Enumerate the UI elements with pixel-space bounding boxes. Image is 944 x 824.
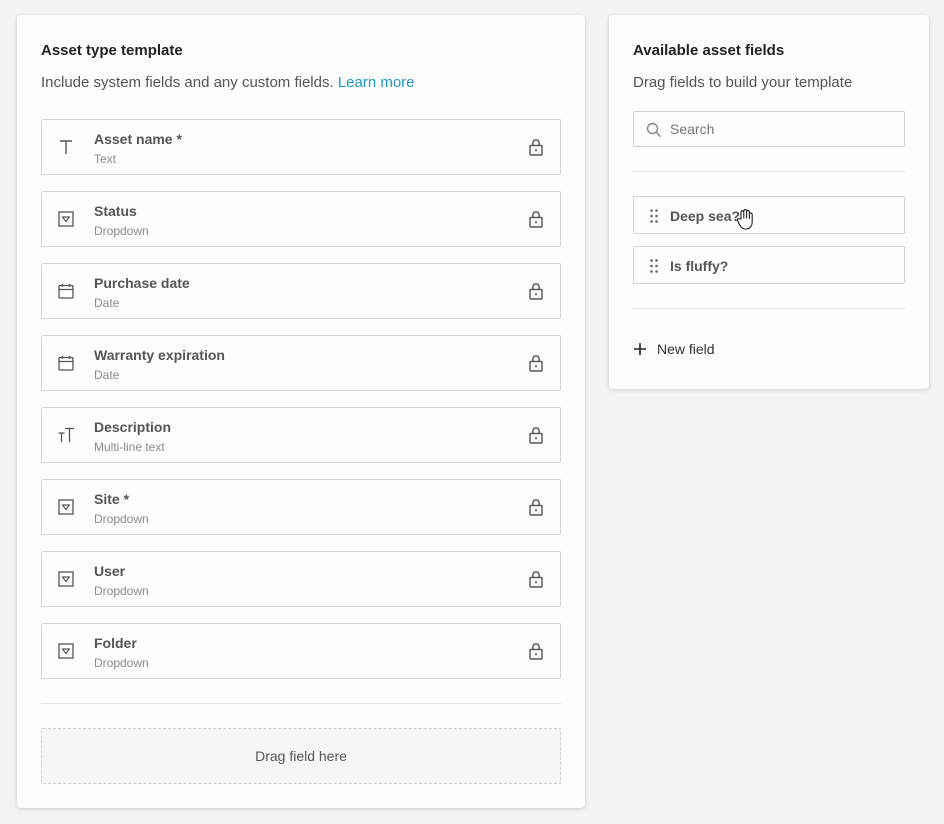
lock-icon [529,499,543,516]
search-icon [646,122,662,138]
available-field-name: Deep sea? [670,208,741,224]
calendar-icon [58,284,74,299]
drop-zone[interactable]: Drag field here [41,728,561,784]
lock-icon [529,355,543,372]
template-field-list: Asset name * Text Status Dropdown Purcha… [41,119,561,695]
lock-icon [529,571,543,588]
field-name: Asset name * [94,131,182,147]
hand-cursor-icon [736,209,753,230]
search-divider [633,171,905,172]
field-name: User [94,563,126,579]
available-asset-fields-panel: Available asset fields Drag fields to bu… [609,15,929,389]
field-name: Site * [94,491,130,507]
template-field-asset-name[interactable]: Asset name * Text [41,119,561,175]
available-subtitle: Drag fields to build your template [633,74,853,91]
field-name: Description [94,419,172,435]
learn-more-link[interactable]: Learn more [338,74,415,91]
field-name: Folder [94,635,137,651]
field-type: Date [94,368,120,382]
new-field-button[interactable]: New field [633,339,715,359]
dropdown-icon [58,499,74,515]
template-title: Asset type template [41,42,183,59]
lock-icon [529,139,543,156]
template-field-folder[interactable]: Folder Dropdown [41,623,561,679]
dropdown-icon [58,643,74,659]
template-subtitle-text: Include system fields and any custom fie… [41,74,334,91]
available-field-name: Is fluffy? [670,258,729,274]
template-field-status[interactable]: Status Dropdown [41,191,561,247]
available-title: Available asset fields [633,42,785,59]
template-field-purchase-date[interactable]: Purchase date Date [41,263,561,319]
items-divider [633,308,905,309]
lock-icon [529,283,543,300]
field-type: Date [94,296,120,310]
field-type: Multi-line text [94,440,165,454]
field-name: Purchase date [94,275,190,291]
multiline-text-icon [58,427,74,442]
asset-type-template-panel: Asset type template Include system field… [17,15,585,808]
template-field-site[interactable]: Site * Dropdown [41,479,561,535]
drag-handle-icon[interactable] [649,258,659,274]
template-field-warranty-expiration[interactable]: Warranty expiration Date [41,335,561,391]
plus-icon [634,343,646,355]
field-name: Status [94,203,137,219]
lock-icon [529,427,543,444]
lock-icon [529,211,543,228]
dropdown-icon [58,571,74,587]
drag-handle-icon[interactable] [649,208,659,224]
field-type: Dropdown [94,656,149,670]
available-field-is-fluffy[interactable]: Is fluffy? [633,246,905,284]
template-divider [41,703,561,704]
lock-icon [529,643,543,660]
search-input[interactable] [670,112,900,146]
search-field[interactable] [633,111,905,147]
field-name: Warranty expiration [94,347,225,363]
template-field-user[interactable]: User Dropdown [41,551,561,607]
field-type: Text [94,152,117,166]
available-field-deep-sea[interactable]: Deep sea? [633,196,905,234]
new-field-label: New field [657,341,715,357]
field-type: Dropdown [94,512,149,526]
field-type: Dropdown [94,224,149,238]
dropdown-icon [58,211,74,227]
field-type: Dropdown [94,584,149,598]
text-icon [60,140,72,154]
calendar-icon [58,356,74,371]
template-field-description[interactable]: Description Multi-line text [41,407,561,463]
template-subtitle: Include system fields and any custom fie… [41,74,415,91]
